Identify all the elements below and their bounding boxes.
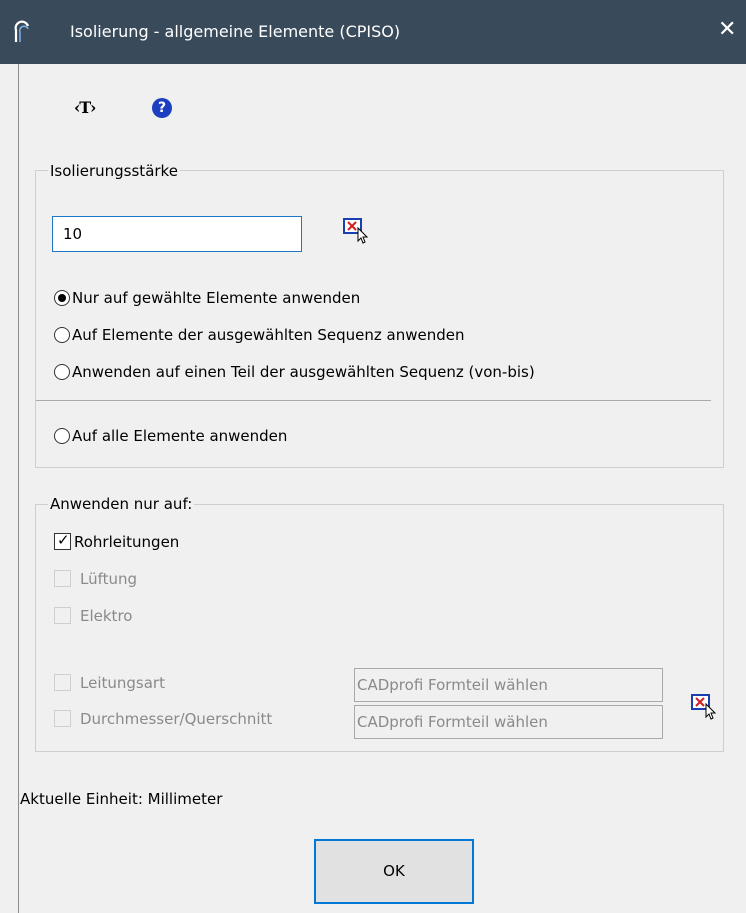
checkbox-pipelines[interactable]: ✓: [54, 531, 71, 550]
checkbox-diameter: [54, 710, 71, 727]
radio-sequence-elements[interactable]: [54, 327, 70, 343]
text-style-button[interactable]: ‹T›: [74, 98, 96, 117]
radio-label: Anwenden auf einen Teil der ausgewählten…: [72, 363, 535, 381]
pick-from-drawing-icon[interactable]: [342, 216, 370, 244]
app-icon: [14, 20, 30, 42]
apply-only-group-legend: Anwenden nur auf:: [48, 495, 195, 513]
insulation-group-legend: Isolierungsstärke: [48, 162, 180, 180]
radio-sequence-part[interactable]: [54, 364, 70, 380]
diameter-field: CADprofi Formteil wählen: [354, 705, 663, 739]
checkbox-electro: [54, 607, 71, 624]
thickness-input[interactable]: 10: [52, 216, 302, 252]
radio-all-elements[interactable]: [54, 428, 70, 444]
radio-label: Auf alle Elemente anwenden: [72, 427, 288, 445]
radio-label: Nur auf gewählte Elemente anwenden: [72, 289, 361, 307]
help-icon[interactable]: ?: [152, 98, 172, 118]
checkbox-label: Durchmesser/Querschnitt: [80, 710, 273, 728]
radio-label: Auf Elemente der ausgewählten Sequenz an…: [72, 326, 465, 344]
checkbox-label: Rohrleitungen: [74, 533, 180, 551]
separator: [36, 400, 711, 401]
checkbox-label: Leitungsart: [80, 674, 165, 692]
window-title: Isolierung - allgemeine Elemente (CPISO): [70, 22, 401, 41]
current-unit-text: Aktuelle Einheit: Millimeter: [20, 790, 223, 808]
line-type-field: CADprofi Formteil wählen: [354, 668, 663, 702]
check-icon: ✓: [57, 531, 70, 549]
title-bar: Isolierung - allgemeine Elemente (CPISO)…: [0, 0, 746, 64]
insulation-group: [35, 170, 724, 468]
pick-from-drawing-icon[interactable]: [690, 692, 718, 720]
close-icon[interactable]: ✕: [718, 16, 736, 44]
checkbox-line-type: [54, 674, 71, 691]
window-border: [18, 64, 19, 913]
checkbox-label: Lüftung: [80, 570, 138, 588]
radio-selected-elements[interactable]: [54, 290, 70, 306]
checkbox-label: Elektro: [80, 607, 133, 625]
checkbox-ventilation: [54, 570, 71, 587]
ok-button[interactable]: OK: [314, 839, 474, 904]
